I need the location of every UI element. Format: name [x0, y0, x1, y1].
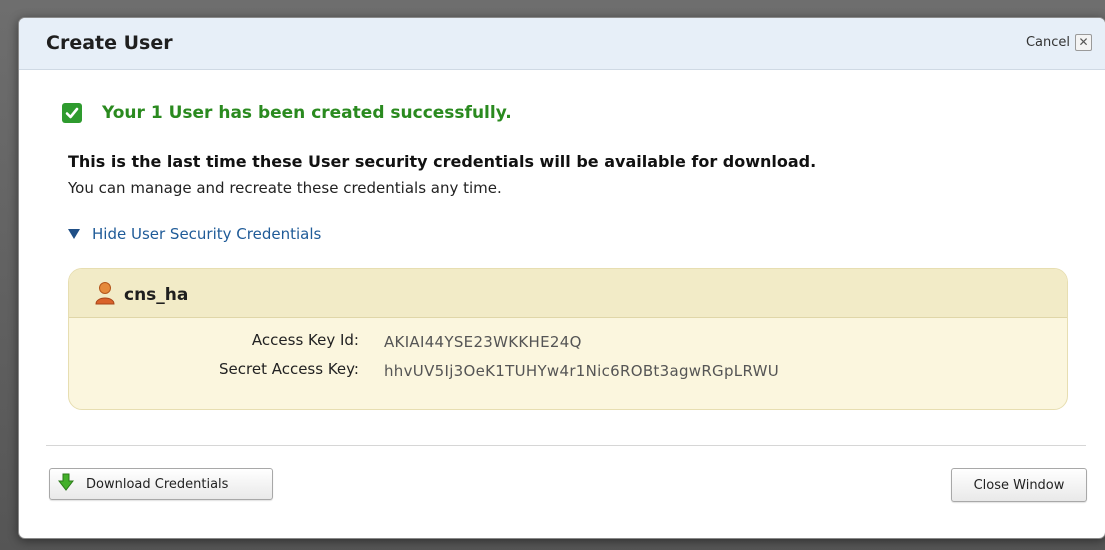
- credentials-panel: cns_ha Access Key Id: AKIAI44YSE23WKKHE2…: [68, 268, 1068, 410]
- close-window-button[interactable]: Close Window: [951, 468, 1087, 502]
- close-window-label[interactable]: Close Window: [974, 478, 1065, 493]
- cancel-control[interactable]: Cancel ✕: [1026, 34, 1092, 51]
- arrow-down-icon: [57, 473, 75, 495]
- credentials-panel-header: cns_ha: [69, 269, 1067, 318]
- secret-key-value: hhvUV5Ij3OeK1TUHYw4r1Nic6ROBt3agwRGpLRWU: [384, 362, 779, 380]
- success-message: Your 1 User has been created successfull…: [102, 103, 512, 123]
- credentials-note: You can manage and recreate these creden…: [68, 179, 502, 197]
- access-key-label: Access Key Id:: [251, 331, 359, 349]
- close-icon[interactable]: ✕: [1075, 34, 1092, 51]
- check-icon: [62, 103, 82, 123]
- access-key-value: AKIAI44YSE23WKKHE24Q: [384, 333, 582, 351]
- dialog-title: Create User: [46, 32, 173, 54]
- create-user-dialog: Create User Cancel ✕ Your 1 User has bee…: [18, 17, 1105, 539]
- secret-key-label: Secret Access Key:: [219, 360, 359, 378]
- credentials-warning: This is the last time these User securit…: [68, 152, 817, 171]
- triangle-down-icon[interactable]: [68, 229, 80, 239]
- success-message-row: Your 1 User has been created successfull…: [62, 103, 512, 123]
- dialog-header: Create User Cancel ✕: [19, 18, 1105, 70]
- download-credentials-label[interactable]: Download Credentials: [86, 477, 228, 492]
- footer-divider: [46, 445, 1086, 446]
- hide-credentials-toggle[interactable]: Hide User Security Credentials: [68, 225, 321, 243]
- user-row: cns_ha: [94, 281, 188, 309]
- user-name: cns_ha: [124, 285, 189, 305]
- download-credentials-button[interactable]: Download Credentials: [49, 468, 273, 500]
- cancel-link[interactable]: Cancel: [1026, 35, 1070, 50]
- hide-credentials-link[interactable]: Hide User Security Credentials: [92, 225, 321, 243]
- user-icon: [94, 281, 116, 309]
